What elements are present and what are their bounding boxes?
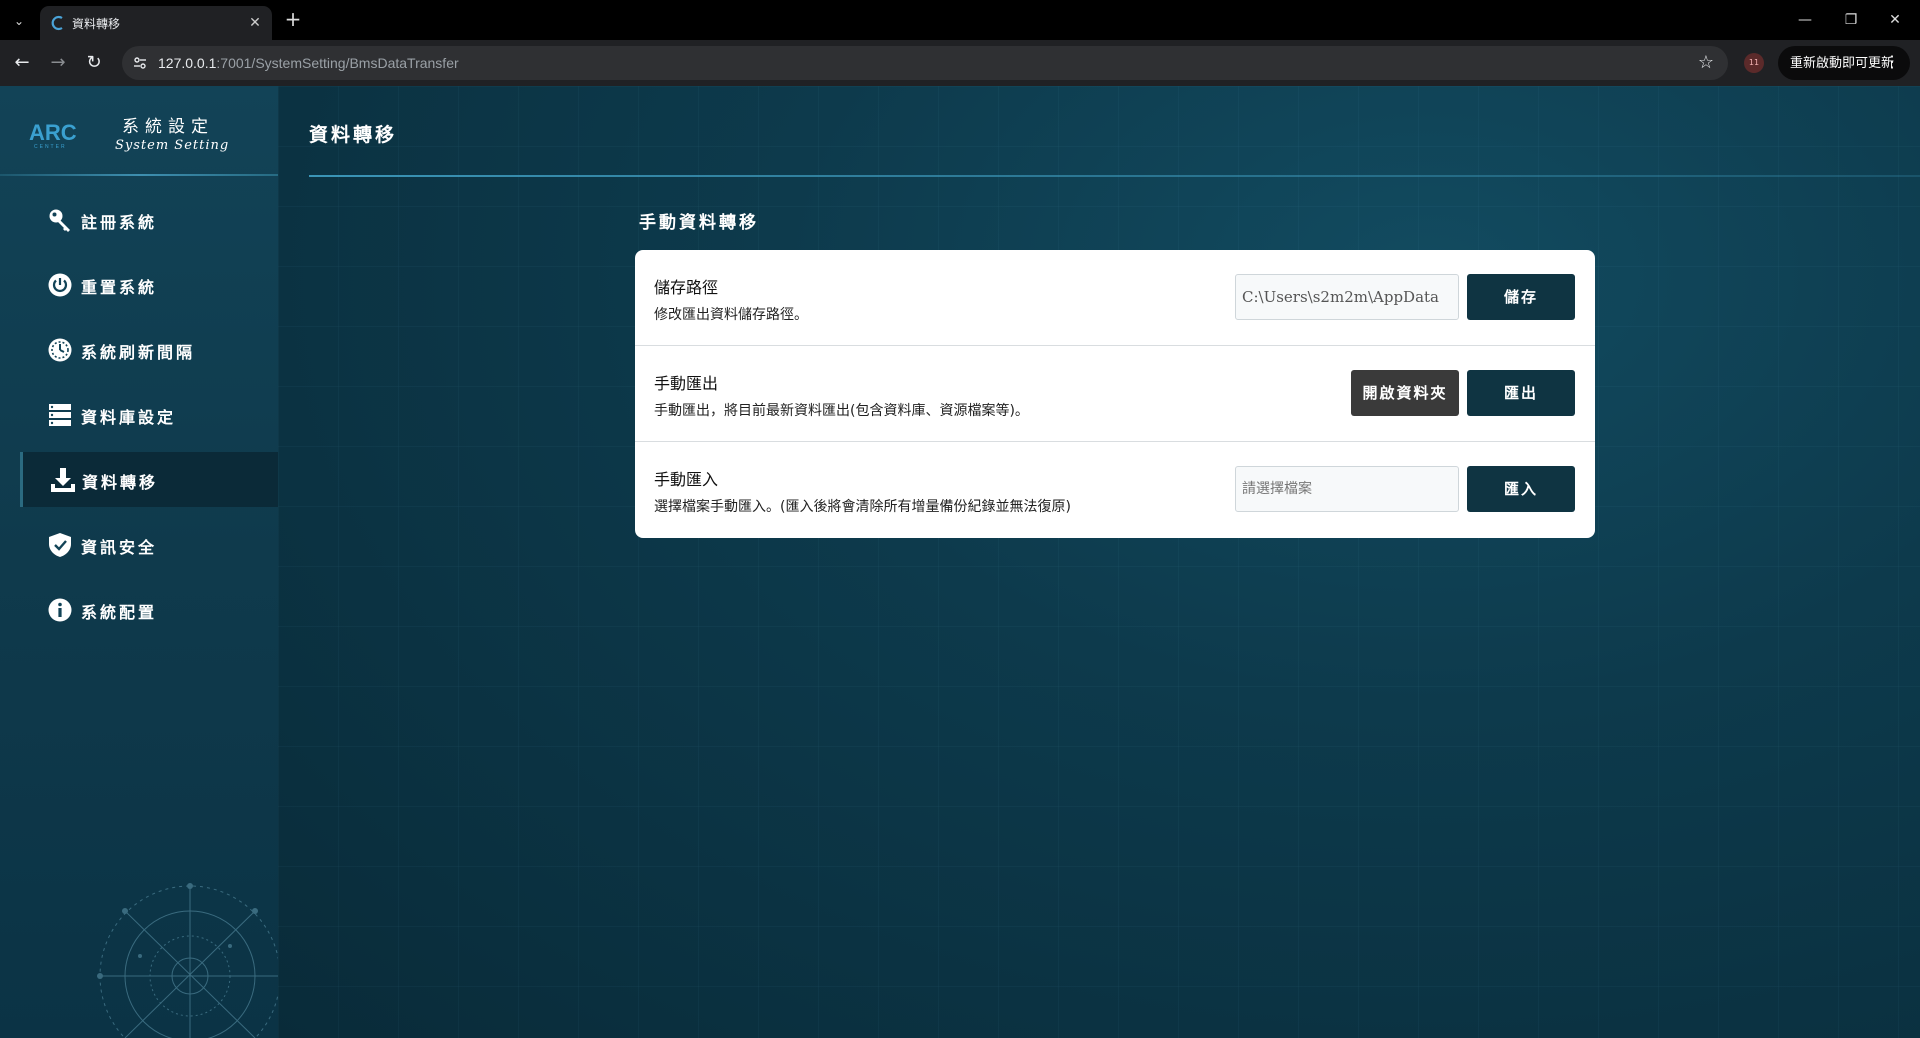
sidebar-item-label: 系統配置 — [81, 603, 158, 622]
row-title: 手動匯出 — [654, 374, 719, 393]
row-description: 選擇檔案手動匯入。(匯入後將會清除所有增量備份紀錄並無法復原) — [654, 499, 1071, 515]
sidebar-item-security[interactable]: 資訊安全 — [0, 517, 278, 572]
transfer-settings-card: 儲存路徑 修改匯出資料儲存路徑。 C:\Users\s2m2m\AppData … — [635, 250, 1595, 538]
manual-import-row: 手動匯入 選擇檔案手動匯入。(匯入後將會清除所有增量備份紀錄並無法復原) 請選擇… — [635, 442, 1595, 538]
sidebar-item-label: 資料庫設定 — [81, 408, 177, 427]
row-title: 手動匯入 — [654, 470, 719, 489]
browser-toolbar: ← → ↻ 127.0.0.1:7001/SystemSetting/BmsDa… — [0, 40, 1920, 86]
svg-text:ARC: ARC — [29, 120, 77, 145]
tab-close-icon[interactable]: ✕ — [246, 14, 264, 32]
sidebar-item-label: 系統刷新間隔 — [81, 343, 196, 362]
open-folder-button[interactable]: 開啟資料夾 — [1351, 370, 1459, 416]
sidebar-item-configuration[interactable]: 系統配置 — [0, 582, 278, 637]
browser-tabstrip: ⌄ 資料轉移 ✕ + — ❐ ✕ — [0, 0, 1920, 40]
info-icon — [48, 598, 72, 622]
address-bar[interactable]: 127.0.0.1:7001/SystemSetting/BmsDataTran… — [122, 46, 1728, 80]
storage-path-input[interactable]: C:\Users\s2m2m\AppData — [1235, 274, 1459, 320]
storage-path-row: 儲存路徑 修改匯出資料儲存路徑。 C:\Users\s2m2m\AppData … — [635, 250, 1595, 346]
row-description: 修改匯出資料儲存路徑。 — [654, 307, 808, 323]
decorative-circuit-graphic — [97, 883, 280, 1038]
background-grid — [278, 86, 1920, 1038]
tab-search-chevron-icon[interactable]: ⌄ — [8, 10, 30, 32]
extension-icon[interactable]: 11 — [1744, 53, 1764, 73]
minimize-icon[interactable]: — — [1790, 8, 1820, 32]
browser-tab[interactable]: 資料轉移 ✕ — [40, 6, 272, 40]
svg-text:CENTER: CENTER — [34, 144, 67, 150]
import-button[interactable]: 匯入 — [1467, 466, 1575, 512]
brand-header: ARC CENTER 系統設定 System Setting — [0, 86, 278, 176]
update-label: 重新啟動即可更新 — [1790, 55, 1895, 70]
manual-export-row: 手動匯出 手動匯出，將目前最新資料匯出(包含資料庫、資源檔案等)。 開啟資料夾 … — [635, 346, 1595, 442]
sidebar-item-reset[interactable]: 重置系統 — [0, 257, 278, 312]
url-text: 127.0.0.1:7001/SystemSetting/BmsDataTran… — [158, 55, 459, 71]
menu-dots-icon: ⋮ — [1884, 54, 1900, 71]
sidebar-nav: 註冊系統 重置系統 系統刷新間隔 資料庫設定 資料轉移 資訊安全 系統配置 — [0, 192, 278, 647]
sidebar-item-label: 資訊安全 — [81, 538, 158, 557]
import-file-input[interactable]: 請選擇檔案 — [1235, 466, 1459, 512]
section-title: 手動資料轉移 — [639, 213, 759, 233]
title-divider — [309, 175, 1920, 177]
row-title: 儲存路徑 — [654, 278, 719, 297]
save-button[interactable]: 儲存 — [1467, 274, 1575, 320]
sidebar-item-data-transfer[interactable]: 資料轉移 — [20, 452, 278, 507]
update-button[interactable]: 重新啟動即可更新 ⋮ — [1778, 46, 1910, 80]
sidebar-item-refresh-interval[interactable]: 系統刷新間隔 — [0, 322, 278, 377]
key-icon — [49, 209, 70, 232]
sidebar-item-label: 重置系統 — [81, 278, 158, 297]
url-path: :7001/SystemSetting/BmsDataTransfer — [216, 55, 459, 71]
export-button[interactable]: 匯出 — [1467, 370, 1575, 416]
site-favicon-icon — [51, 15, 63, 31]
database-icon — [49, 404, 71, 426]
new-tab-icon[interactable]: + — [282, 9, 304, 31]
shield-icon — [49, 533, 71, 557]
restore-icon[interactable]: ❐ — [1836, 8, 1866, 32]
sidebar-item-database[interactable]: 資料庫設定 — [0, 387, 278, 442]
reload-icon[interactable]: ↻ — [82, 51, 106, 75]
timer-icon — [48, 338, 72, 362]
brand-title-en: System Setting — [115, 138, 230, 153]
brand-divider — [0, 174, 278, 176]
download-icon — [51, 468, 75, 492]
page-title: 資料轉移 — [309, 124, 398, 146]
arc-center-logo: ARC CENTER — [29, 120, 77, 150]
brand-title-cn: 系統設定 — [122, 117, 214, 137]
forward-icon[interactable]: → — [46, 51, 70, 75]
site-settings-icon[interactable] — [132, 55, 148, 71]
bookmark-star-icon[interactable]: ☆ — [1698, 52, 1714, 73]
back-icon[interactable]: ← — [10, 51, 34, 75]
close-window-icon[interactable]: ✕ — [1880, 8, 1910, 32]
sidebar-item-register[interactable]: 註冊系統 — [0, 192, 278, 247]
row-description: 手動匯出，將目前最新資料匯出(包含資料庫、資源檔案等)。 — [654, 403, 1029, 419]
tab-title: 資料轉移 — [72, 17, 121, 31]
power-icon — [48, 273, 72, 297]
sidebar-item-label: 資料轉移 — [82, 473, 159, 492]
main-content: 資料轉移 手動資料轉移 儲存路徑 修改匯出資料儲存路徑。 C:\Users\s2… — [278, 86, 1920, 1038]
url-host: 127.0.0.1 — [158, 55, 217, 71]
sidebar: ARC CENTER 系統設定 System Setting 註冊系統 重置系統 — [0, 86, 280, 1038]
sidebar-item-label: 註冊系統 — [81, 213, 158, 232]
